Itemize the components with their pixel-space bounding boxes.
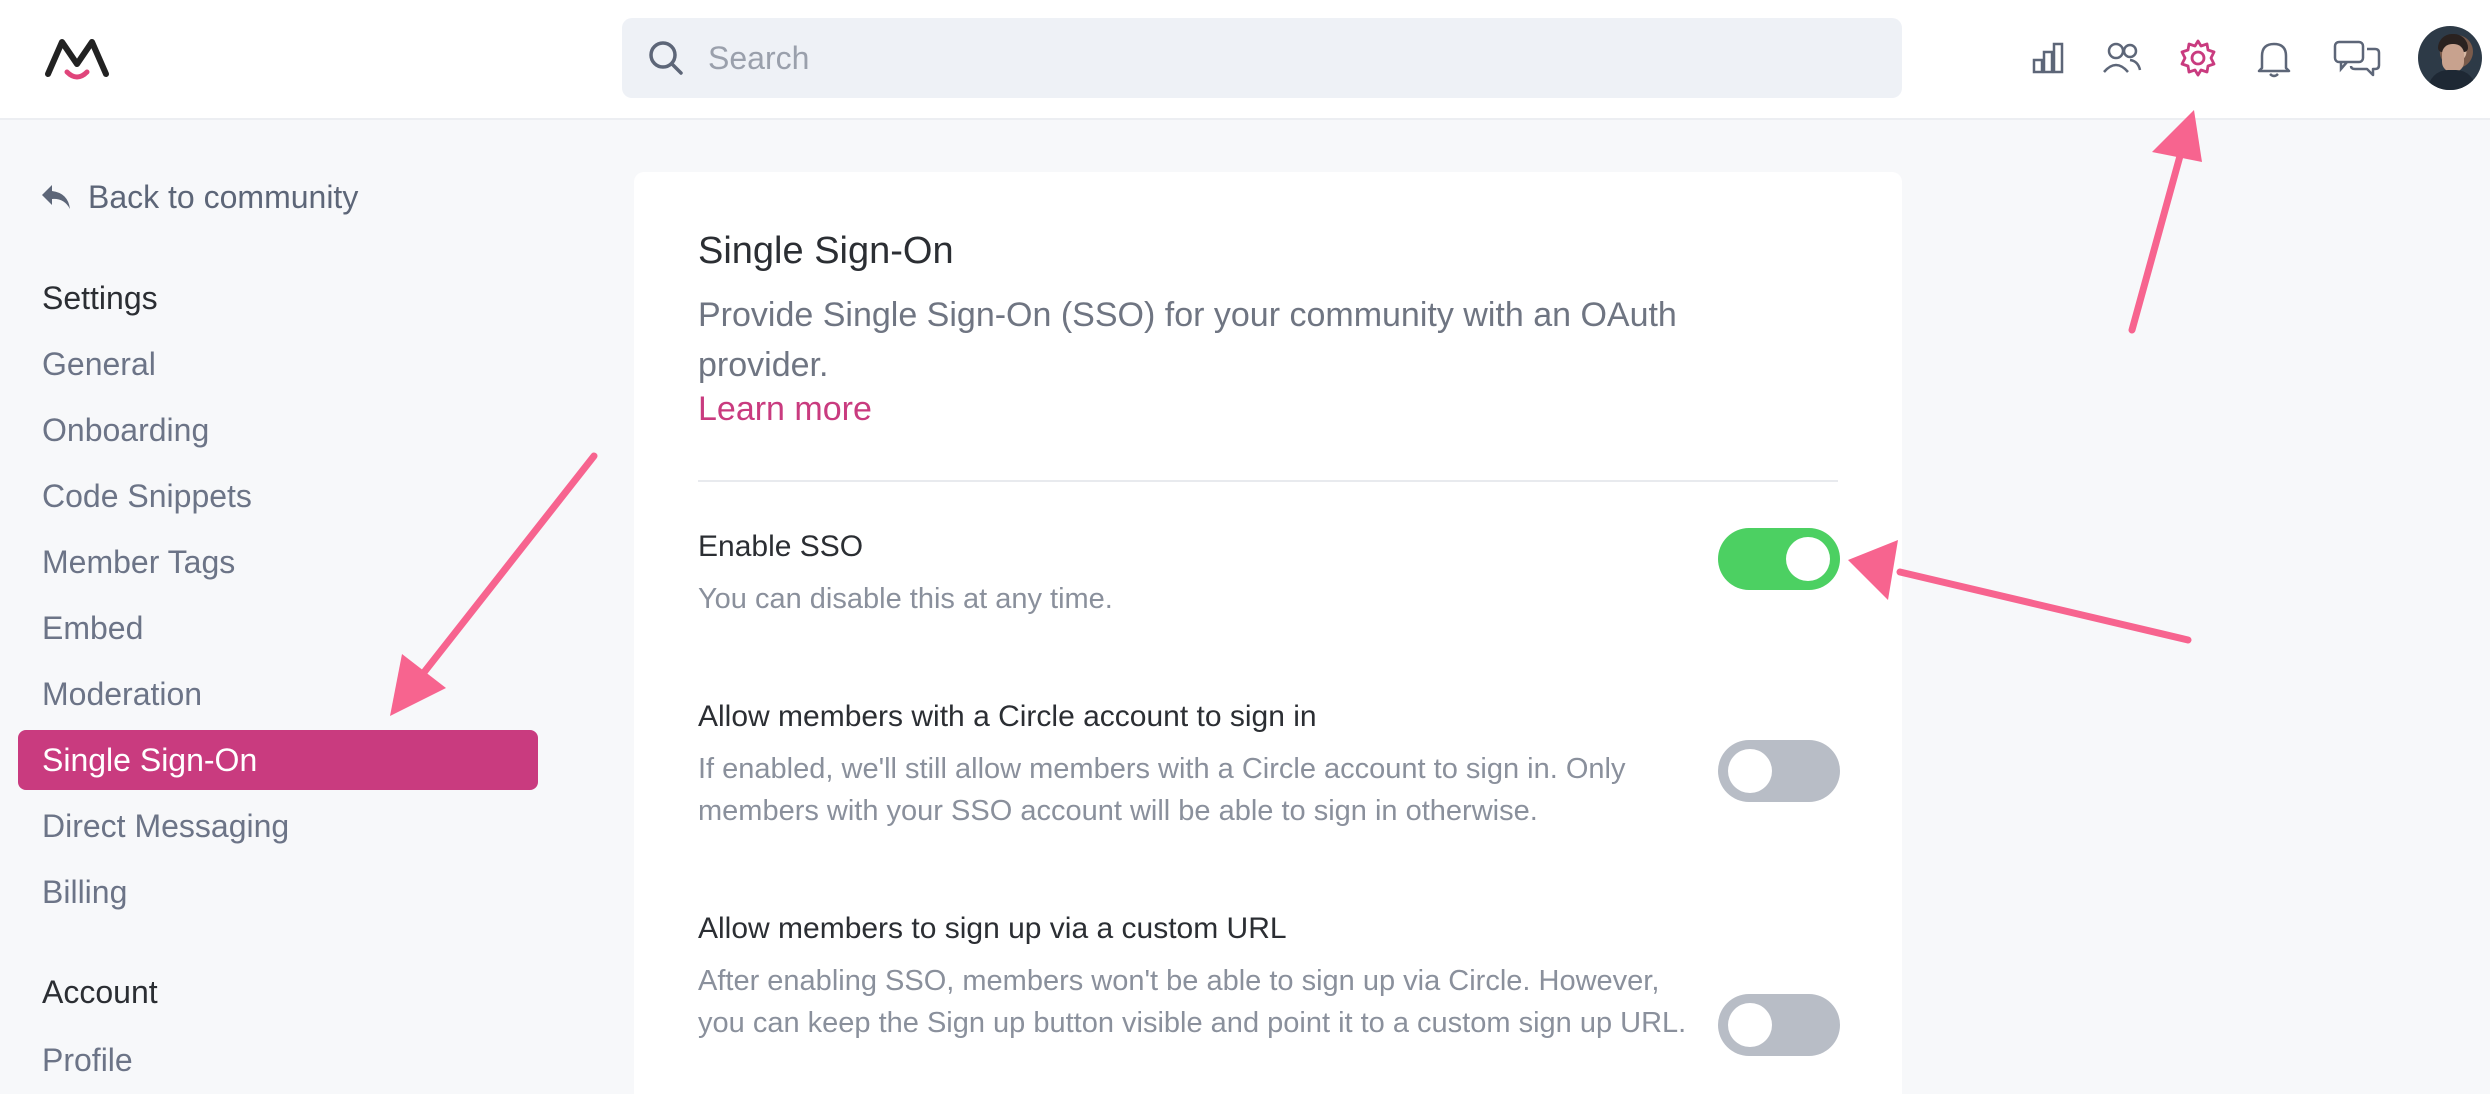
avatar[interactable] (2418, 26, 2482, 90)
enable-sso-title: Enable SSO (698, 530, 864, 563)
allow-circle-account-title: Allow members with a Circle account to s… (698, 700, 1317, 733)
arrow-to-sso-nav (414, 452, 598, 684)
sidebar-item-single-sign-on[interactable]: Single Sign-On (18, 730, 538, 790)
reply-arrow-icon (42, 185, 70, 209)
sidebar-item-code-snippets[interactable]: Code Snippets (42, 474, 252, 518)
toggle-knob (1728, 1003, 1772, 1047)
arrow-to-toggle (1896, 568, 2192, 644)
logo-icon[interactable] (44, 34, 110, 84)
members-icon[interactable] (2100, 36, 2144, 80)
toggle-knob (1728, 749, 1772, 793)
sidebar-item-moderation[interactable]: Moderation (42, 672, 202, 716)
custom-signup-url-toggle[interactable] (1718, 994, 1840, 1056)
enable-sso-toggle[interactable] (1718, 528, 1840, 590)
back-label: Back to community (88, 178, 359, 215)
page-title: Single Sign-On (698, 230, 954, 272)
custom-signup-url-description: After enabling SSO, members won't be abl… (698, 965, 1687, 1039)
sidebar-item-general[interactable]: General (42, 342, 156, 386)
toggle-knob (1786, 537, 1830, 581)
sidebar-item-billing[interactable]: Billing (42, 870, 127, 914)
account-section-title: Account (42, 974, 158, 1010)
top-header (0, 0, 2490, 120)
back-to-community-link[interactable]: Back to community (40, 176, 358, 218)
page-description: Provide Single Sign-On (SSO) for your co… (698, 296, 1677, 384)
bell-icon[interactable] (2252, 36, 2296, 80)
analytics-icon[interactable] (2026, 36, 2070, 80)
allow-circle-account-toggle[interactable] (1718, 740, 1840, 802)
search-input[interactable] (708, 39, 1808, 77)
search-icon (649, 41, 683, 75)
gear-icon[interactable] (2176, 36, 2220, 80)
sidebar-item-direct-messaging[interactable]: Direct Messaging (42, 804, 289, 848)
divider (698, 480, 1838, 482)
learn-more-link[interactable]: Learn more (698, 390, 872, 429)
sidebar-item-member-tags[interactable]: Member Tags (42, 540, 235, 584)
arrow-head-sso-nav (390, 654, 446, 716)
sidebar-item-profile[interactable]: Profile (42, 1038, 133, 1082)
sidebar-item-embed[interactable]: Embed (42, 606, 143, 650)
arrow-to-gear (2128, 152, 2184, 334)
settings-section-title: Settings (42, 280, 158, 316)
chat-bubbles-icon[interactable] (2332, 36, 2382, 80)
search-bar[interactable] (622, 18, 1902, 98)
allow-circle-account-description: If enabled, we'll still allow members wi… (698, 753, 1626, 827)
custom-signup-url-title: Allow members to sign up via a custom UR… (698, 912, 1287, 945)
sso-settings-card: Single Sign-On Provide Single Sign-On (S… (634, 172, 1902, 1094)
enable-sso-description: You can disable this at any time. (698, 583, 1113, 615)
sidebar-item-onboarding[interactable]: Onboarding (42, 408, 209, 452)
